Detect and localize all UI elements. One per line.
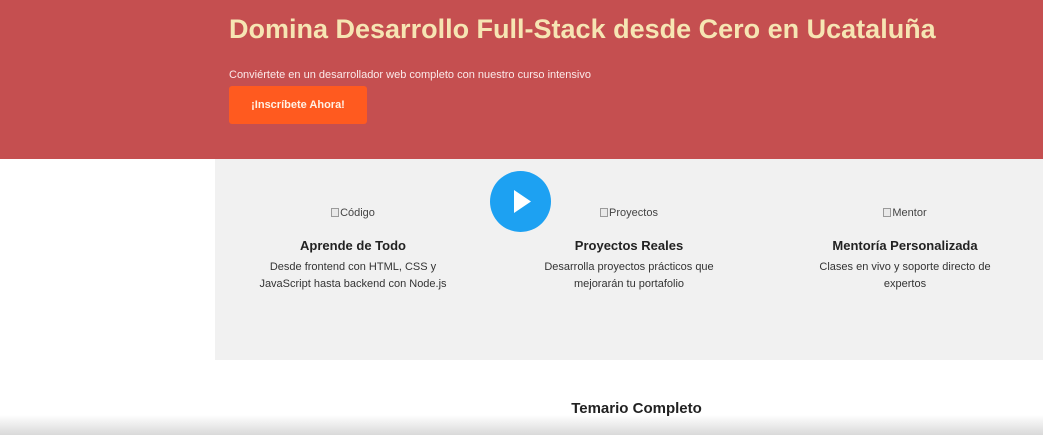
- broken-image-icon: [331, 208, 340, 217]
- enroll-now-button[interactable]: ¡Inscríbete Ahora!: [229, 86, 367, 124]
- feature-title: Mentoría Personalizada: [832, 238, 978, 253]
- features-section: Código Aprende de Todo Desde frontend co…: [215, 159, 1043, 360]
- syllabus-heading: Temario Completo: [571, 400, 702, 417]
- feature-image-alt: Proyectos: [609, 207, 658, 219]
- landing-page: Domina Desarrollo Full-Stack desde Cero …: [0, 0, 1043, 435]
- hero-section: Domina Desarrollo Full-Stack desde Cero …: [0, 0, 1043, 159]
- broken-image-icon: [883, 208, 892, 217]
- feature-image-alt: Mentor: [892, 207, 927, 219]
- bottom-fade: [0, 415, 1043, 435]
- hero-title: Domina Desarrollo Full-Stack desde Cero …: [229, 14, 936, 44]
- feature-image-mentor: Mentor: [767, 207, 1043, 219]
- feature-description: Desde frontend con HTML, CSS y JavaScrip…: [259, 261, 447, 290]
- feature-title: Aprende de Todo: [300, 238, 406, 253]
- feature-image-alt: Código: [340, 207, 375, 219]
- feature-card-mentoring: Mentor Mentoría Personalizada Clases en …: [767, 159, 1043, 360]
- play-icon: [514, 190, 531, 213]
- feature-title: Proyectos Reales: [574, 238, 684, 253]
- hero-subtitle: Conviértete en un desarrollador web comp…: [229, 69, 591, 81]
- broken-image-icon: [600, 208, 609, 217]
- feature-description: Clases en vivo y soporte directo de expe…: [819, 261, 991, 290]
- video-play-button[interactable]: [490, 171, 551, 232]
- feature-card-learn-everything: Código Aprende de Todo Desde frontend co…: [215, 159, 491, 360]
- feature-description: Desarrolla proyectos prácticos que mejor…: [544, 261, 714, 290]
- feature-image-code: Código: [215, 207, 491, 219]
